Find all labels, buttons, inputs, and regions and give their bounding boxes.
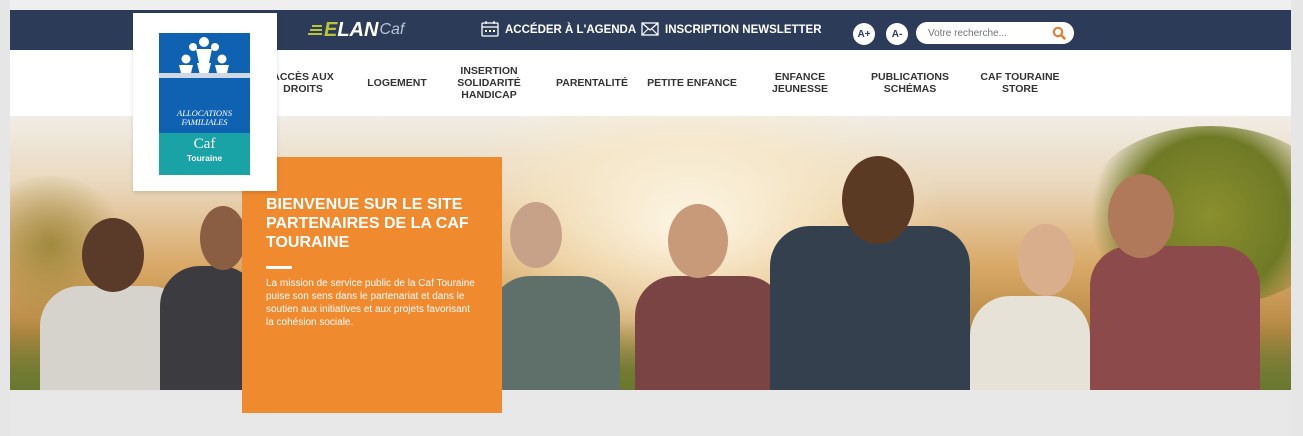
agenda-link[interactable]: ACCÉDER À L'AGENDA bbox=[481, 10, 636, 50]
elan-bars-icon bbox=[308, 24, 322, 36]
search-box bbox=[916, 22, 1074, 44]
family-icon bbox=[159, 37, 250, 78]
elan-caf-link[interactable]: E LAN Caf bbox=[308, 10, 404, 50]
nav-item-insertion[interactable]: INSERTION SOLIDARITÉ HANDICAP bbox=[454, 50, 524, 116]
font-increase-button[interactable]: A+ bbox=[853, 23, 875, 45]
caf-touraine-logo[interactable]: ALLOCATIONS FAMILIALES Caf Touraine bbox=[133, 13, 277, 191]
hero-text: La mission de service public de la Caf T… bbox=[266, 278, 475, 328]
nav-item-enfance-jeunesse[interactable]: ENFANCE JEUNESSE bbox=[762, 50, 838, 116]
nav-item-logement[interactable]: LOGEMENT bbox=[362, 50, 432, 116]
title-divider bbox=[266, 266, 292, 269]
nav-item-caf-store[interactable]: CAF TOURAINE STORE bbox=[970, 50, 1070, 116]
logo-line2: FAMILIALES bbox=[181, 117, 228, 127]
newsletter-link[interactable]: INSCRIPTION NEWSLETTER bbox=[641, 10, 822, 50]
search-icon[interactable] bbox=[1052, 26, 1066, 45]
logo-teal-block: Caf Touraine bbox=[159, 133, 250, 175]
envelope-icon bbox=[641, 21, 665, 39]
nav-item-petite-enfance[interactable]: PETITE ENFANCE bbox=[644, 50, 740, 116]
logo-region: Touraine bbox=[186, 153, 223, 163]
elan-e: E bbox=[324, 18, 338, 41]
font-decrease-button[interactable]: A- bbox=[886, 23, 908, 45]
page: E LAN Caf ACCÉDER À L'AGENDA INSCRIPTION N… bbox=[0, 0, 1303, 436]
newsletter-label: INSCRIPTION NEWSLETTER bbox=[665, 24, 822, 36]
content-background bbox=[10, 390, 1291, 436]
logo-allocations-familiales: ALLOCATIONS FAMILIALES bbox=[159, 109, 250, 127]
hero-intro-box: BIENVENUE SUR LE SITE PARTENAIRES DE LA … bbox=[242, 157, 502, 413]
right-gutter bbox=[1291, 0, 1303, 436]
calendar-icon bbox=[481, 20, 505, 40]
logo-caf: Caf bbox=[193, 136, 216, 152]
nav-item-publications[interactable]: PUBLICATIONS SCHÉMAS bbox=[860, 50, 960, 116]
left-gutter bbox=[0, 0, 10, 436]
hero-title: BIENVENUE SUR LE SITE PARTENAIRES DE LA … bbox=[266, 196, 469, 251]
agenda-label: ACCÉDER À L'AGENDA bbox=[505, 24, 637, 36]
search-input[interactable] bbox=[928, 27, 1048, 39]
nav-item-parentalite[interactable]: PARENTALITÉ bbox=[552, 50, 632, 116]
elan-lan: LAN bbox=[337, 18, 379, 41]
elan-caf: Caf bbox=[379, 21, 405, 38]
nav-item-acces-aux-droits[interactable]: ACCÈS AUX DROITS bbox=[270, 50, 336, 116]
